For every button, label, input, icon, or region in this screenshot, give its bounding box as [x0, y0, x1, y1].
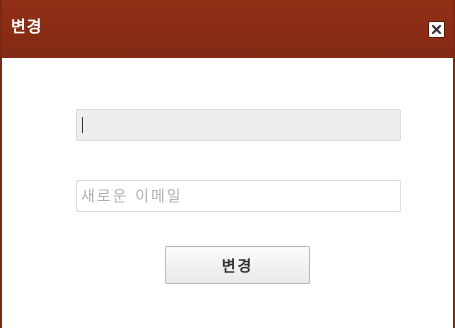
change-email-dialog: 변경 변경	[0, 0, 455, 328]
close-icon	[429, 22, 444, 37]
dialog-titlebar: 변경	[2, 0, 453, 58]
change-button[interactable]: 변경	[165, 246, 310, 284]
current-email-field[interactable]	[76, 109, 401, 141]
new-email-field[interactable]	[76, 180, 401, 212]
close-button[interactable]	[428, 21, 445, 38]
dialog-title: 변경	[11, 17, 43, 36]
text-caret	[82, 117, 83, 133]
